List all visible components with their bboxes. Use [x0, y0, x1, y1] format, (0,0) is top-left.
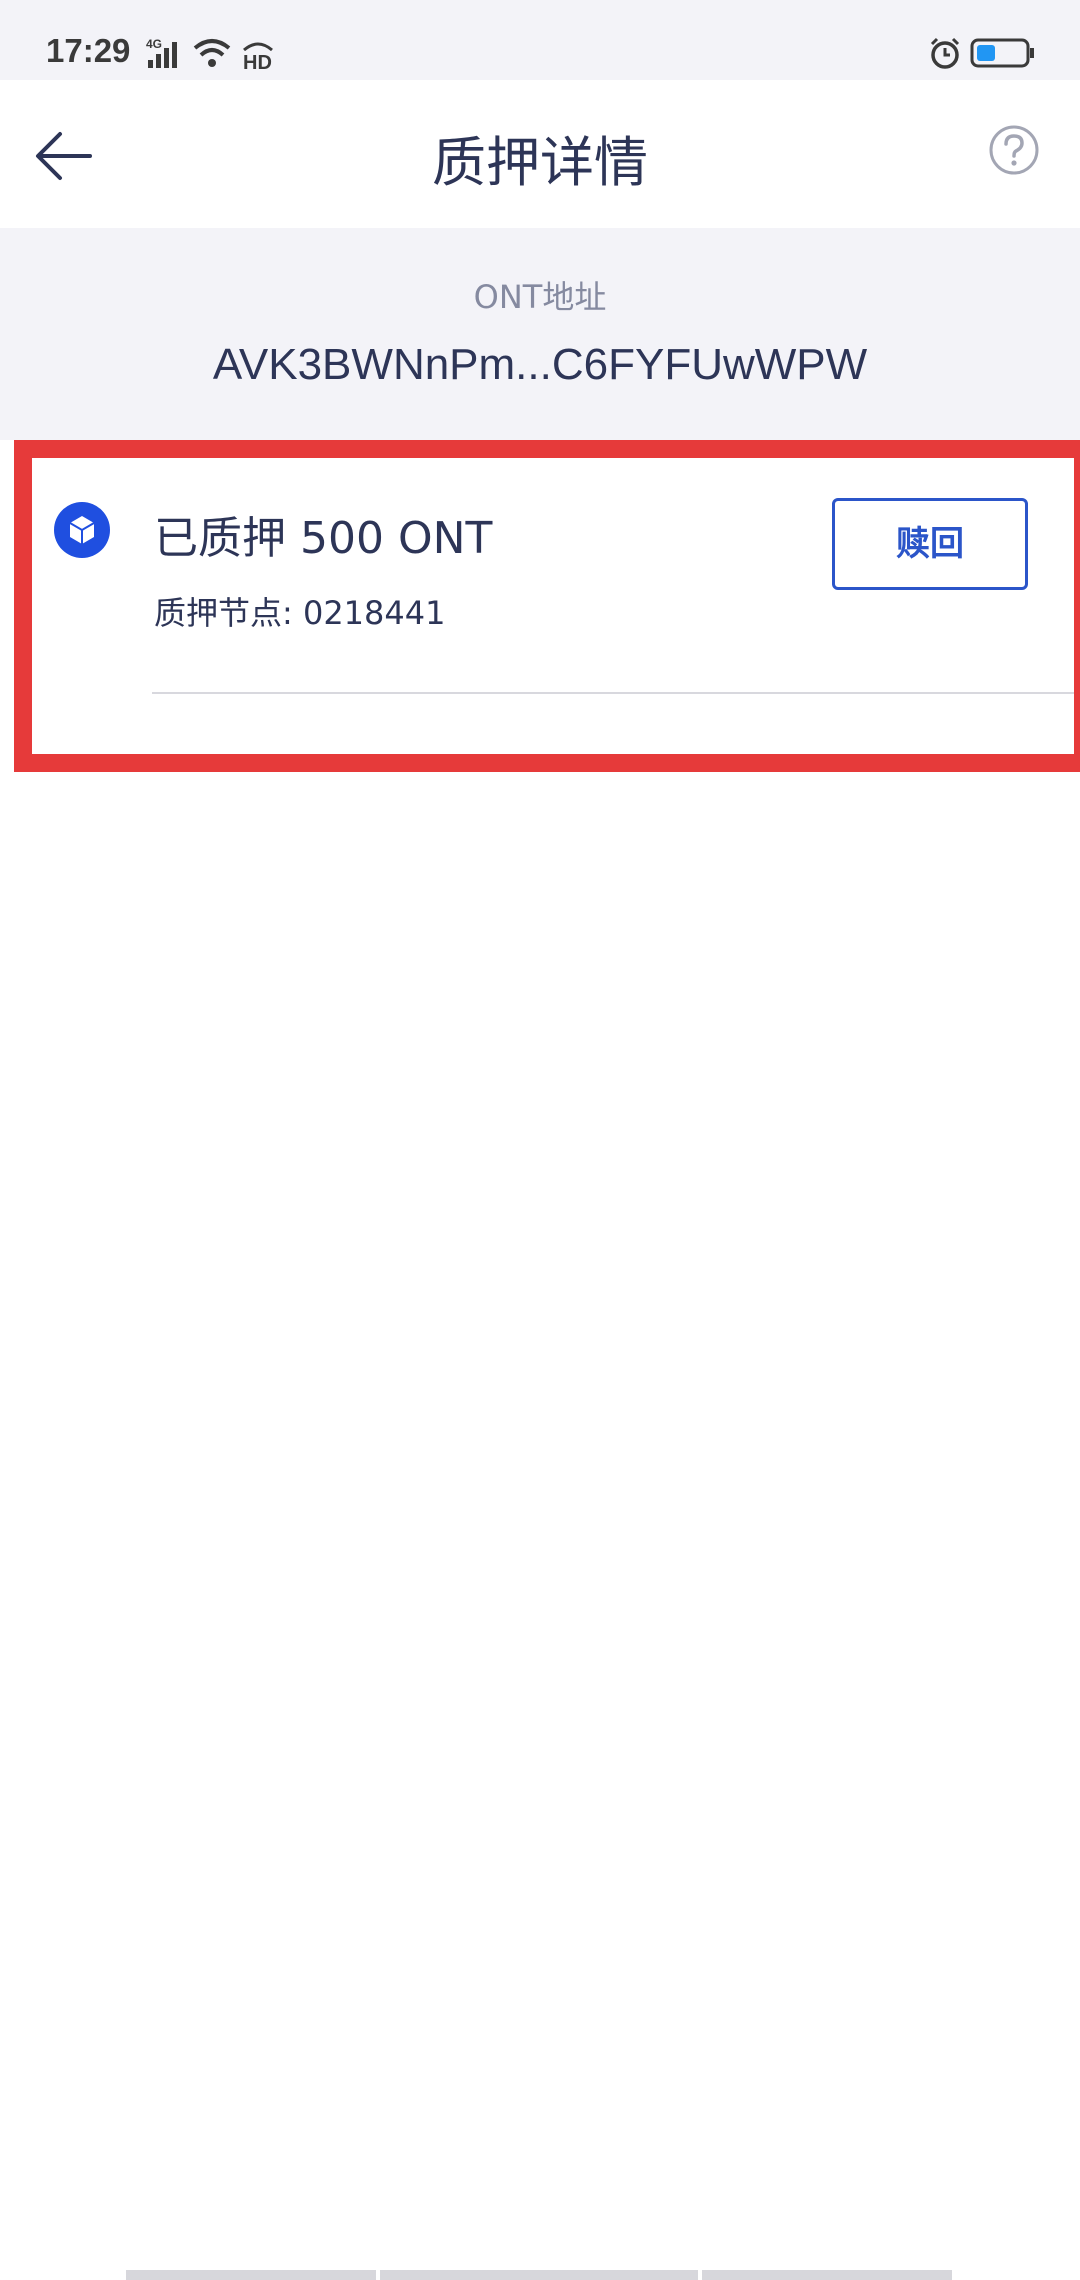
- address-value: AVK3BWNnPm...C6FYFUwWPW: [212, 340, 868, 389]
- network-label: 4G: [146, 38, 162, 51]
- status-bar: 17:29 4G HD: [0, 0, 1080, 80]
- nav-bar-segment: [702, 2270, 952, 2280]
- status-time: 17:29: [46, 32, 131, 69]
- cube-icon: [54, 502, 110, 558]
- address-section: ONT地址 AVK3BWNnPm...C6FYFUwWPW: [0, 228, 1080, 440]
- alarm-icon: [930, 37, 960, 69]
- help-icon[interactable]: [988, 124, 1040, 176]
- stake-item: 已质押 500 ONT 质押节点: 0218441 赎回: [14, 440, 1080, 772]
- signal-icon: 4G: [146, 38, 177, 68]
- page-title: 质押详情: [432, 131, 648, 194]
- address-label: ONT地址: [473, 278, 607, 316]
- header: 质押详情: [0, 80, 1080, 228]
- battery-icon: [970, 38, 1034, 68]
- hd-icon: HD: [243, 42, 273, 72]
- hd-label: HD: [243, 52, 272, 72]
- stake-node: 质押节点: 0218441: [154, 594, 446, 632]
- wifi-icon: [193, 39, 231, 67]
- nav-bar-segment: [380, 2270, 698, 2280]
- redeem-button[interactable]: 赎回: [832, 498, 1028, 590]
- nav-bar-segment: [126, 2270, 376, 2280]
- divider: [152, 692, 1074, 694]
- stake-amount: 已质押 500 ONT: [154, 513, 493, 564]
